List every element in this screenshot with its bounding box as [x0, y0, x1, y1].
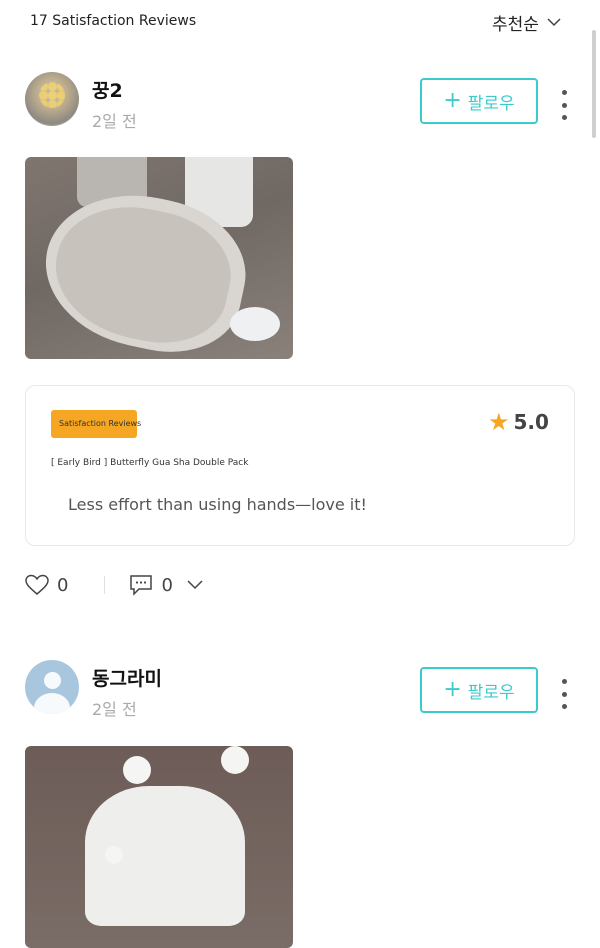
username[interactable]: 동그라미: [92, 664, 162, 691]
rating: ★ 5.0: [488, 410, 549, 434]
sort-dropdown[interactable]: 추천순: [492, 10, 561, 35]
chevron-down-icon: [547, 18, 561, 27]
review-text: Less effort than using hands—love it!: [68, 495, 367, 514]
heart-icon[interactable]: [25, 574, 49, 596]
sort-label: 추천순: [492, 15, 539, 35]
more-options-icon[interactable]: [556, 90, 572, 120]
review-list-header: 17 Satisfaction Reviews 추천순: [0, 0, 600, 48]
follow-label: 팔로우: [467, 682, 515, 703]
follow-button[interactable]: + 팔로우: [420, 78, 538, 124]
plus-icon: +: [443, 88, 462, 113]
comment-count: 0: [161, 574, 173, 596]
review-photo[interactable]: [25, 157, 293, 359]
review-count: 17 Satisfaction Reviews: [30, 13, 197, 29]
review-date: 2일 전: [92, 112, 137, 131]
follow-label: 팔로우: [467, 93, 515, 114]
rating-score: 5.0: [513, 410, 549, 434]
review-actions: 0 0: [25, 571, 203, 599]
product-card[interactable]: Satisfaction Reviews ★ 5.0 [ Early Bird …: [25, 385, 575, 546]
username[interactable]: 꿍2: [92, 76, 123, 103]
like-count: 0: [57, 574, 69, 596]
review-date: 2일 전: [92, 700, 137, 719]
chevron-down-icon[interactable]: [187, 580, 203, 590]
product-name: [ Early Bird ] Butterfly Gua Sha Double …: [51, 458, 249, 468]
plus-icon: +: [443, 677, 462, 702]
divider: [104, 576, 106, 594]
follow-button[interactable]: + 팔로우: [420, 667, 538, 713]
avatar[interactable]: [25, 660, 79, 714]
review-photo[interactable]: [25, 746, 293, 948]
star-icon: ★: [488, 408, 510, 436]
satisfaction-badge: Satisfaction Reviews: [51, 410, 141, 438]
avatar[interactable]: [25, 72, 79, 126]
more-options-icon[interactable]: [556, 679, 572, 709]
comment-icon[interactable]: [129, 574, 153, 596]
scrollbar[interactable]: [592, 30, 596, 138]
